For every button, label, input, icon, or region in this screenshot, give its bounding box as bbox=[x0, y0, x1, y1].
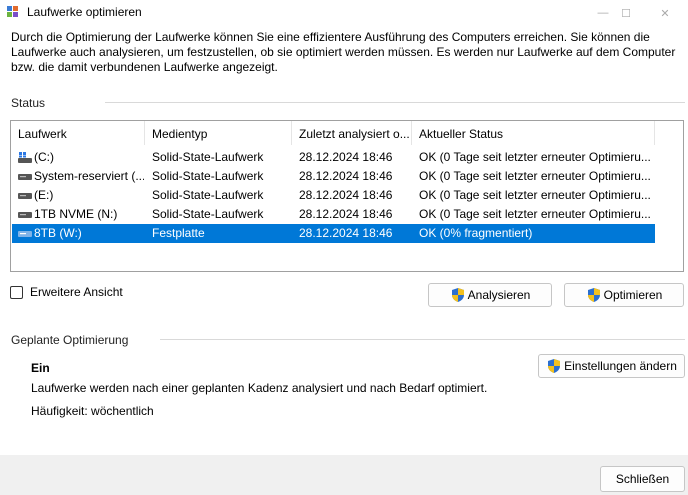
uac-shield-icon bbox=[451, 288, 464, 302]
drive-row-selected[interactable]: 8TB (W:) Festplatte 28.12.2024 18:46 OK … bbox=[12, 224, 655, 243]
title-bar: Laufwerke optimieren — ☐ ✕ bbox=[0, 0, 688, 26]
uac-shield-icon bbox=[548, 359, 561, 373]
current-status: OK (0 Tage seit letzter erneuter Optimie… bbox=[419, 207, 651, 221]
uac-shield-icon bbox=[587, 288, 600, 302]
drive-list-header: Laufwerk Medientyp Zuletzt analysiert o.… bbox=[11, 121, 683, 145]
drive-row[interactable]: (E:) Solid-State-Laufwerk 28.12.2024 18:… bbox=[12, 186, 655, 205]
current-status: OK (0 Tage seit letzter erneuter Optimie… bbox=[419, 188, 651, 202]
last-analyzed: 28.12.2024 18:46 bbox=[299, 226, 393, 240]
column-header-media-type[interactable]: Medientyp bbox=[145, 121, 291, 145]
drive-row[interactable]: System-reserviert (... Solid-State-Laufw… bbox=[12, 167, 655, 186]
scheduled-section-label: Geplante Optimierung bbox=[11, 333, 129, 347]
defrag-app-icon bbox=[7, 6, 18, 17]
analyze-button[interactable]: Analysieren bbox=[428, 283, 552, 307]
status-separator bbox=[105, 102, 685, 103]
optimize-button-label: Optimieren bbox=[603, 288, 663, 302]
drive-icon bbox=[18, 174, 32, 180]
drive-icon bbox=[18, 231, 32, 237]
drive-icon bbox=[18, 193, 32, 199]
media-type: Solid-State-Laufwerk bbox=[152, 150, 264, 164]
schedule-description: Laufwerke werden nach einer geplanten Ka… bbox=[31, 381, 488, 395]
description-text: Durch die Optimierung der Laufwerke könn… bbox=[11, 30, 676, 74]
windows-drive-icon bbox=[18, 152, 32, 163]
advanced-view-checkbox[interactable] bbox=[10, 285, 23, 299]
drive-name: (E:) bbox=[34, 188, 54, 202]
advanced-view-label: Erweitere Ansicht bbox=[30, 285, 123, 299]
last-analyzed: 28.12.2024 18:46 bbox=[299, 188, 393, 202]
current-status: OK (0 Tage seit letzter erneuter Optimie… bbox=[419, 169, 651, 183]
column-header-drive[interactable]: Laufwerk bbox=[11, 121, 144, 145]
analyze-button-label: Analysieren bbox=[467, 288, 531, 302]
change-settings-button[interactable]: Einstellungen ändern bbox=[538, 354, 685, 378]
media-type: Solid-State-Laufwerk bbox=[152, 188, 264, 202]
current-status: OK (0 Tage seit letzter erneuter Optimie… bbox=[419, 150, 651, 164]
close-icon: ✕ bbox=[660, 7, 670, 20]
schedule-state: Ein bbox=[31, 361, 50, 375]
last-analyzed: 28.12.2024 18:46 bbox=[299, 207, 393, 221]
schedule-frequency: Häufigkeit: wöchentlich bbox=[31, 404, 154, 418]
current-status: OK (0% fragmentiert) bbox=[419, 226, 533, 240]
media-type: Festplatte bbox=[152, 226, 205, 240]
drive-name: (C:) bbox=[34, 150, 54, 164]
last-analyzed: 28.12.2024 18:46 bbox=[299, 169, 393, 183]
media-type: Solid-State-Laufwerk bbox=[152, 207, 264, 221]
drive-name: 1TB NVME (N:) bbox=[34, 207, 118, 221]
drive-icon bbox=[18, 212, 32, 218]
drive-name: System-reserviert (... bbox=[34, 169, 144, 183]
change-settings-button-label: Einstellungen ändern bbox=[564, 359, 677, 373]
drive-row[interactable]: (C:) Solid-State-Laufwerk 28.12.2024 18:… bbox=[12, 148, 655, 167]
media-type: Solid-State-Laufwerk bbox=[152, 169, 264, 183]
close-button-label: Schließen bbox=[615, 472, 670, 486]
maximize-icon: ☐ bbox=[621, 7, 631, 20]
drive-name: 8TB (W:) bbox=[34, 226, 82, 240]
status-section-label: Status bbox=[11, 96, 46, 110]
scheduled-separator bbox=[160, 339, 685, 340]
close-window-button[interactable]: ✕ bbox=[642, 0, 688, 26]
close-button[interactable]: Schließen bbox=[600, 466, 685, 492]
optimize-button[interactable]: Optimieren bbox=[564, 283, 684, 307]
column-header-last-analyzed[interactable]: Zuletzt analysiert o... bbox=[292, 121, 411, 145]
column-header-current-status[interactable]: Aktueller Status bbox=[412, 121, 654, 145]
last-analyzed: 28.12.2024 18:46 bbox=[299, 150, 393, 164]
drive-row[interactable]: 1TB NVME (N:) Solid-State-Laufwerk 28.12… bbox=[12, 205, 655, 224]
drive-list[interactable]: Laufwerk Medientyp Zuletzt analysiert o.… bbox=[10, 120, 684, 272]
window-title: Laufwerke optimieren bbox=[27, 5, 142, 19]
dialog-footer bbox=[0, 455, 688, 495]
advanced-view-checkbox-row[interactable]: Erweitere Ansicht bbox=[10, 285, 123, 299]
